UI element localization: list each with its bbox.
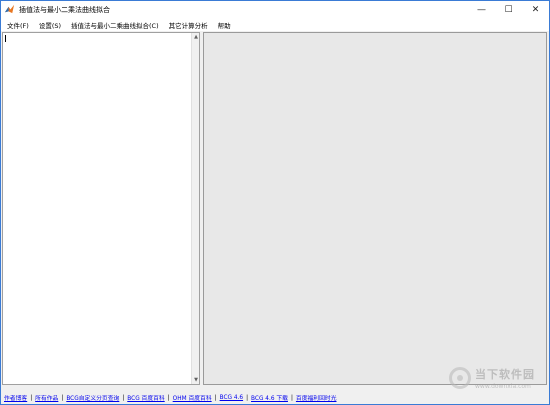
status-separator: |: [30, 394, 33, 401]
text-input-pane[interactable]: ▲ ▼: [2, 32, 200, 385]
link-baidu-welfare[interactable]: 百度福利回时光: [296, 393, 337, 402]
status-separator: |: [122, 394, 125, 401]
window-controls: — ☐ ✕: [468, 1, 549, 18]
status-separator: |: [61, 394, 64, 401]
vertical-scrollbar[interactable]: ▲ ▼: [191, 33, 199, 384]
menu-curve-fitting[interactable]: 插值法与最小二乘曲线拟合(C): [66, 20, 164, 30]
watermark-main-text: 当下软件园: [475, 368, 535, 381]
close-button[interactable]: ✕: [522, 1, 549, 18]
watermark-sub-text: www.downxia.com: [475, 383, 531, 390]
link-bcg-page-query[interactable]: BCG自定义分页查询: [66, 393, 119, 402]
menu-bar: 文件(F) 设置(S) 插值法与最小二乘曲线拟合(C) 其它计算分析 帮助: [1, 18, 549, 31]
status-separator: |: [167, 394, 170, 401]
link-bcg-download[interactable]: BCG 4.6 下载: [251, 393, 288, 402]
window-title: 插值法与最小二乘法曲线拟合: [19, 5, 110, 14]
matlab-app-icon: [4, 4, 15, 14]
app-window: 插值法与最小二乘法曲线拟合 — ☐ ✕ 文件(F) 设置(S) 插值法与最小二乘…: [0, 0, 550, 405]
status-separator: |: [214, 394, 217, 401]
watermark: 当下软件园 www.downxia.com: [449, 366, 535, 390]
status-separator: |: [246, 394, 249, 401]
menu-settings[interactable]: 设置(S): [34, 20, 66, 30]
minimize-button[interactable]: —: [468, 1, 495, 18]
status-separator: |: [290, 394, 293, 401]
watermark-logo-dot: [457, 375, 463, 381]
link-all-works[interactable]: 所有作品: [35, 393, 58, 402]
title-bar[interactable]: 插值法与最小二乘法曲线拟合 — ☐ ✕: [1, 1, 549, 18]
scroll-down-icon[interactable]: ▼: [192, 376, 200, 384]
text-caret: [5, 35, 6, 42]
plot-area-pane[interactable]: [203, 32, 547, 385]
link-ohm-baike[interactable]: OHM 百度百科: [173, 393, 212, 402]
menu-file[interactable]: 文件(F): [1, 20, 34, 30]
link-bcg-baike[interactable]: BCG 百度百科: [127, 393, 164, 402]
scroll-up-icon[interactable]: ▲: [192, 33, 200, 41]
status-bar: 作者博客 | 所有作品 | BCG自定义分页查询 | BCG 百度百科 | OH…: [1, 391, 549, 404]
link-author-blog[interactable]: 作者博客: [4, 393, 27, 402]
watermark-logo-icon: [449, 367, 471, 389]
watermark-text: 当下软件园 www.downxia.com: [475, 366, 535, 390]
maximize-button[interactable]: ☐: [495, 1, 522, 18]
link-bcg-version[interactable]: BCG 4.6: [220, 395, 243, 401]
menu-other-analysis[interactable]: 其它计算分析: [164, 20, 213, 30]
menu-help[interactable]: 帮助: [213, 20, 236, 30]
